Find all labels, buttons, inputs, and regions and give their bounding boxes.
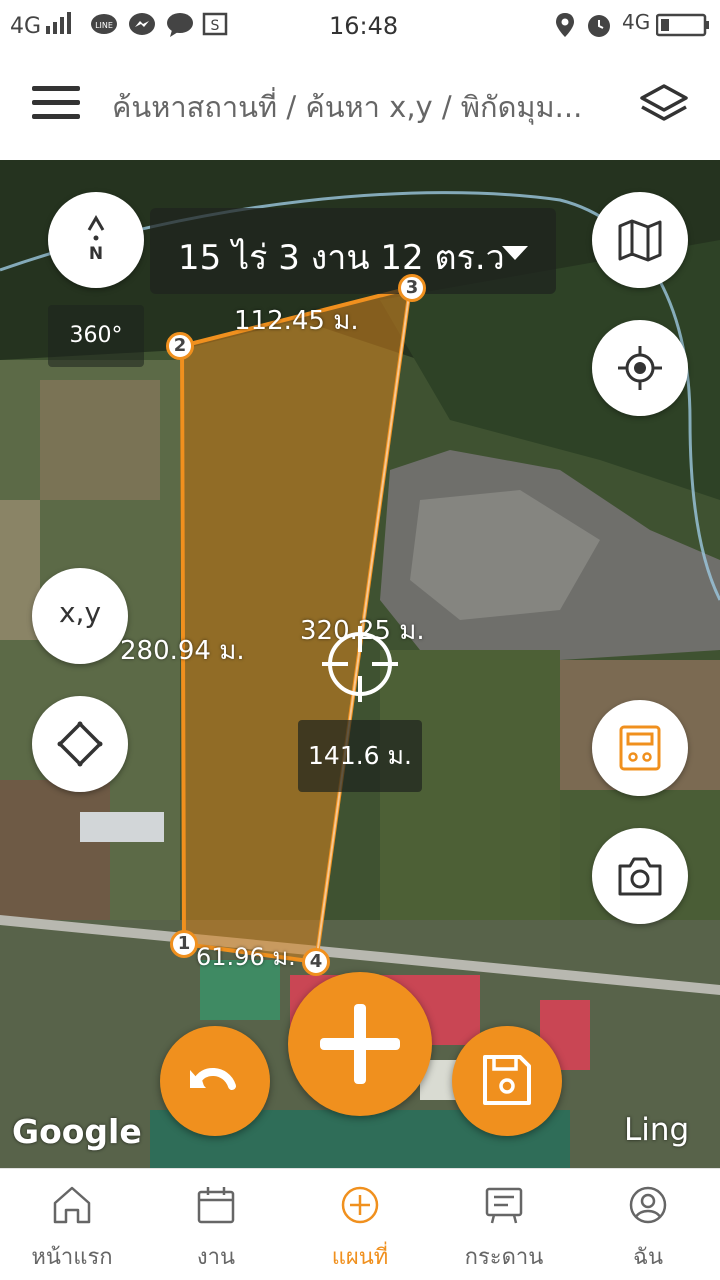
save-button[interactable] — [452, 1026, 562, 1136]
nav-work[interactable]: งาน — [144, 1169, 288, 1280]
segment-length-left: 280.94 ม. — [120, 636, 245, 666]
alarm-icon — [588, 15, 610, 37]
calendar-icon — [197, 1187, 235, 1224]
menu-line — [32, 86, 80, 91]
nav-profile-label: ฉัน — [632, 1245, 664, 1270]
home-icon — [53, 1186, 91, 1224]
chat-icon — [167, 13, 193, 37]
undo-button[interactable] — [160, 1026, 270, 1136]
network-type: 4G — [10, 14, 42, 39]
camera-button[interactable] — [592, 828, 688, 924]
nav-board-label: กระดาน — [464, 1245, 544, 1270]
network-type-right: 4G — [622, 10, 651, 34]
svg-text:S: S — [211, 18, 220, 34]
vertex-marker[interactable]: 1 — [170, 930, 198, 958]
bottom-navigation: หน้าแรก งาน แผนที่ กระดาน ฉัน — [0, 1168, 720, 1280]
center-crosshair-icon — [322, 626, 398, 702]
calculator-button[interactable] — [592, 700, 688, 796]
nav-home-label: หน้าแรก — [31, 1245, 113, 1270]
vertex-marker[interactable]: 3 — [398, 274, 426, 302]
status-bar: 4G LINE S 16:48 4G — [0, 0, 720, 52]
shape-edit-button[interactable] — [32, 696, 128, 792]
menu-line — [32, 100, 80, 105]
layers-icon[interactable] — [638, 82, 690, 126]
svg-text:LINE: LINE — [95, 21, 113, 30]
line-app-icon: LINE — [91, 14, 117, 34]
segment-length-bottom: 61.96 ม. — [196, 943, 296, 971]
diamond-icon — [57, 721, 103, 767]
board-icon — [485, 1187, 523, 1224]
area-text: 15 ไร่ 3 งาน 12 ตร.ว — [178, 238, 505, 278]
screenshot-icon: S — [202, 12, 228, 36]
xy-label: x,y — [58, 596, 102, 629]
profile-icon — [629, 1186, 667, 1224]
menu-line — [32, 114, 80, 119]
search-breadcrumb[interactable]: ค้นหาสถานที่ / ค้นหา x,y / พิกัดมุม... — [112, 84, 622, 130]
add-point-button[interactable] — [288, 972, 432, 1116]
vertex-marker[interactable]: 4 — [302, 948, 330, 976]
compass-button[interactable]: N — [48, 192, 144, 288]
segment-length-top: 112.45 ม. — [234, 306, 359, 336]
nav-work-label: งาน — [196, 1245, 236, 1270]
app-header: ค้นหาสถานที่ / ค้นหา x,y / พิกัดมุม... — [0, 52, 720, 160]
my-location-button[interactable] — [592, 320, 688, 416]
map-icon — [618, 219, 662, 262]
battery-icon — [656, 13, 709, 37]
calculator-icon — [619, 725, 661, 771]
plus-icon — [320, 1004, 400, 1084]
nav-map[interactable]: แผนที่ — [288, 1169, 432, 1280]
location-icon — [556, 13, 574, 37]
menu-button[interactable] — [32, 86, 80, 122]
floppy-save-icon — [483, 1055, 531, 1105]
crosshair-target-icon — [618, 346, 662, 390]
camera-icon — [618, 857, 662, 896]
nav-profile[interactable]: ฉัน — [576, 1169, 720, 1280]
compass-north-label: N — [88, 244, 104, 264]
plus-circle-icon — [341, 1186, 379, 1224]
map-type-button[interactable] — [592, 192, 688, 288]
nav-board[interactable]: กระดาน — [432, 1169, 576, 1280]
undo-icon — [190, 1068, 236, 1090]
messenger-icon — [129, 13, 155, 35]
nav-map-label: แผนที่ — [331, 1245, 389, 1270]
signal-icon — [46, 12, 71, 34]
nav-home[interactable]: หน้าแรก — [0, 1169, 144, 1280]
status-time: 16:48 — [329, 12, 399, 40]
map-view[interactable]: 15 ไร่ 3 งาน 12 ตร.ว N 360° x,y 112.45 ม… — [0, 160, 720, 1168]
vertex-marker[interactable]: 2 — [166, 332, 194, 360]
google-attribution: Google — [12, 1112, 142, 1151]
rotation-label: 360° — [48, 305, 144, 367]
xy-input-button[interactable]: x,y — [32, 568, 128, 664]
chevron-down-icon — [502, 246, 528, 260]
compass-arrow-icon — [87, 215, 105, 241]
area-summary[interactable]: 15 ไร่ 3 งาน 12 ตร.ว — [150, 208, 556, 294]
ling-watermark: Ling — [624, 1112, 690, 1148]
crosshair-distance: 141.6 ม. — [298, 720, 422, 792]
